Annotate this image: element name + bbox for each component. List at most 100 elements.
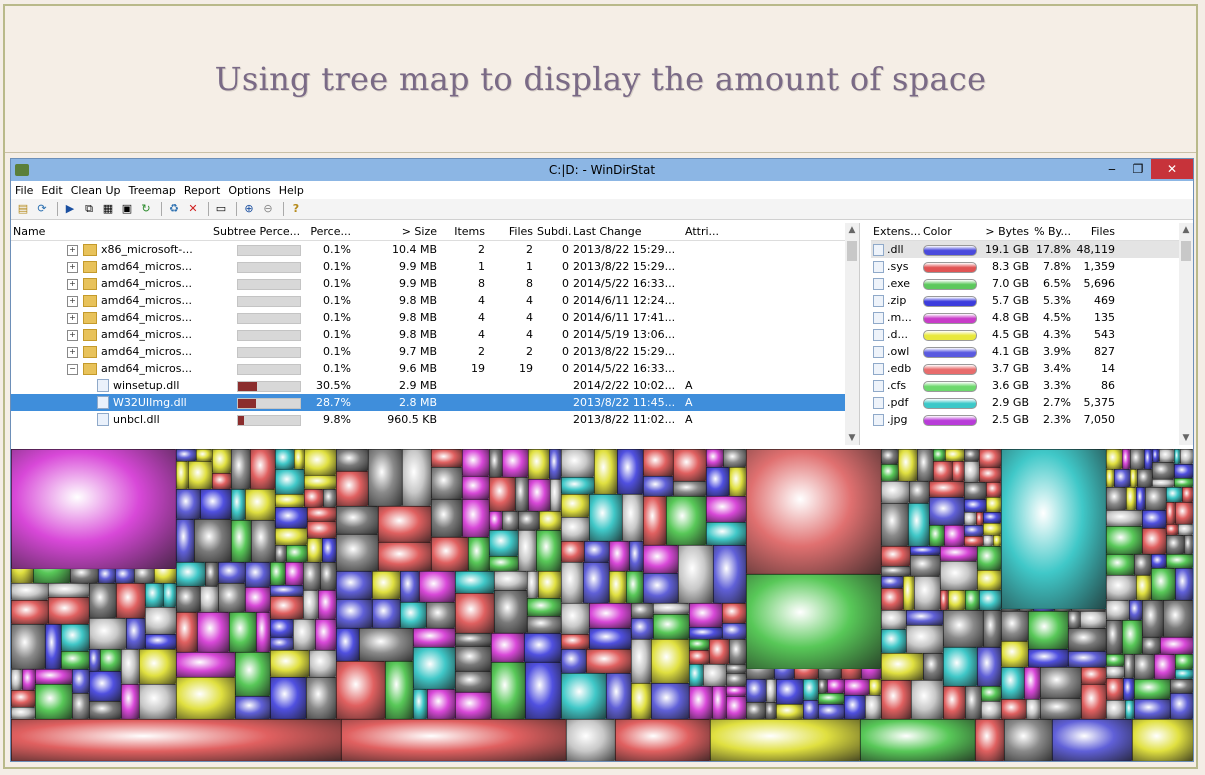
treemap-block[interactable]: [426, 602, 455, 628]
treemap-block[interactable]: [1151, 568, 1175, 600]
treemap-block[interactable]: [336, 449, 368, 471]
treemap-block[interactable]: [413, 689, 427, 719]
treemap-block[interactable]: [341, 719, 566, 761]
treemap-block[interactable]: [561, 449, 594, 477]
treemap-block[interactable]: [1145, 487, 1166, 510]
tree-row-file[interactable]: unbcl.dll 9.8% 960.5 KB 2013/8/22 11:02... A: [11, 411, 859, 428]
treemap-block[interactable]: [368, 449, 402, 506]
col-name[interactable]: Name: [11, 225, 211, 238]
treemap-block[interactable]: [491, 662, 525, 719]
treemap-block[interactable]: [455, 692, 491, 719]
treemap-block[interactable]: [726, 696, 746, 719]
treemap-block[interactable]: [1106, 510, 1142, 526]
treemap-block[interactable]: [527, 598, 561, 616]
treemap-block[interactable]: [909, 481, 929, 503]
treemap-block[interactable]: [163, 583, 176, 607]
treemap-block[interactable]: [293, 619, 315, 650]
treemap-block[interactable]: [729, 639, 746, 664]
treemap-block[interactable]: [536, 530, 561, 571]
col-percent-bytes[interactable]: % By...: [1031, 225, 1073, 238]
treemap-block[interactable]: [983, 535, 993, 546]
treemap-block[interactable]: [89, 701, 121, 719]
recycle-icon[interactable]: ♻: [166, 202, 182, 216]
treemap-block[interactable]: [1152, 462, 1174, 479]
treemap-block[interactable]: [307, 507, 336, 521]
treemap-block[interactable]: [231, 489, 245, 520]
treemap-block[interactable]: [385, 661, 413, 719]
tree-row-folder[interactable]: + x86_microsoft-... 0.1% 10.4 MB 2 2 0 2013/8/2…: [11, 241, 859, 258]
treemap-block[interactable]: [964, 499, 986, 512]
col-color[interactable]: Color: [921, 225, 981, 238]
treemap-block[interactable]: [212, 449, 231, 473]
treemap-block[interactable]: [489, 477, 515, 511]
tree-row-folder[interactable]: − amd64_micros... 0.1% 9.6 MB 19 19 0 2014/5/22…: [11, 360, 859, 377]
treemap-block[interactable]: [48, 583, 89, 597]
treemap-block[interactable]: [964, 482, 986, 499]
col-files[interactable]: Files: [487, 225, 535, 238]
expand-icon[interactable]: +: [67, 244, 78, 256]
treemap-block[interactable]: [336, 661, 385, 719]
treemap-block[interactable]: [1106, 678, 1123, 700]
col-items[interactable]: Items: [439, 225, 487, 238]
command-prompt-icon[interactable]: ▣: [119, 202, 135, 216]
treemap-block[interactable]: [549, 449, 561, 479]
ext-row[interactable]: .jpg 2.5 GB 2.3% 7,050: [871, 411, 1193, 428]
treemap-block[interactable]: [1040, 698, 1081, 719]
treemap-block[interactable]: [631, 639, 651, 683]
treemap-block[interactable]: [1068, 628, 1106, 651]
treemap-block[interactable]: [910, 555, 940, 576]
treemap-block[interactable]: [1178, 524, 1193, 535]
treemap-block[interactable]: [1175, 502, 1193, 524]
tree-row-folder[interactable]: + amd64_micros... 0.1% 9.8 MB 4 4 0 2014/6/11 1…: [11, 292, 859, 309]
copy-path-icon[interactable]: ⧉: [81, 202, 97, 216]
treemap-block[interactable]: [722, 603, 746, 623]
treemap-block[interactable]: [713, 545, 746, 603]
treemap-block[interactable]: [561, 541, 584, 562]
treemap-block[interactable]: [1106, 700, 1125, 719]
treemap-block[interactable]: [944, 525, 964, 546]
treemap-block[interactable]: [689, 650, 709, 664]
treemap-block[interactable]: [270, 596, 303, 619]
treemap-block[interactable]: [589, 603, 631, 628]
treemap-block[interactable]: [1166, 502, 1175, 524]
ext-row[interactable]: .m... 4.8 GB 4.5% 135: [871, 309, 1193, 326]
treemap-block[interactable]: [89, 671, 121, 701]
treemap-block[interactable]: [643, 476, 673, 496]
treemap-block[interactable]: [1130, 449, 1144, 469]
treemap-block[interactable]: [1144, 449, 1152, 469]
treemap-block[interactable]: [11, 600, 48, 624]
treemap-block[interactable]: [518, 511, 539, 530]
treemap-block[interactable]: [176, 449, 196, 461]
treemap-block[interactable]: [993, 535, 1001, 546]
treemap-block[interactable]: [943, 686, 965, 719]
treemap-block[interactable]: [865, 695, 881, 719]
treemap-block[interactable]: [746, 679, 766, 702]
treemap-block[interactable]: [1142, 637, 1160, 654]
treemap-block[interactable]: [965, 686, 981, 719]
treemap-block[interactable]: [245, 489, 275, 520]
treemap-block[interactable]: [1001, 641, 1028, 667]
treemap-block[interactable]: [1106, 554, 1134, 575]
treemap-block[interactable]: [881, 680, 911, 719]
treemap-block[interactable]: [766, 679, 776, 702]
treemap-block[interactable]: [455, 593, 494, 633]
zoom-in-icon[interactable]: ⊕: [241, 202, 257, 216]
treemap-block[interactable]: [323, 489, 336, 507]
treemap-block[interactable]: [726, 664, 746, 673]
treemap-block[interactable]: [976, 512, 983, 525]
treemap-block[interactable]: [979, 590, 1001, 610]
treemap-block[interactable]: [550, 479, 561, 511]
treemap-block[interactable]: [336, 471, 368, 506]
expand-icon[interactable]: +: [67, 295, 78, 307]
treemap-block[interactable]: [275, 494, 304, 507]
treemap-block[interactable]: [1040, 667, 1081, 698]
treemap-block[interactable]: [61, 651, 89, 669]
tree-row-file[interactable]: W32UIImg.dll 28.7% 2.8 MB 2013/8/22 11:45..…: [11, 394, 859, 411]
treemap-block[interactable]: [1159, 449, 1174, 462]
treemap-block[interactable]: [275, 449, 294, 469]
treemap-block[interactable]: [981, 686, 1001, 701]
treemap-block[interactable]: [455, 633, 491, 646]
treemap-block[interactable]: [145, 607, 176, 634]
treemap-block[interactable]: [1180, 449, 1193, 464]
treemap-block[interactable]: [400, 602, 426, 628]
